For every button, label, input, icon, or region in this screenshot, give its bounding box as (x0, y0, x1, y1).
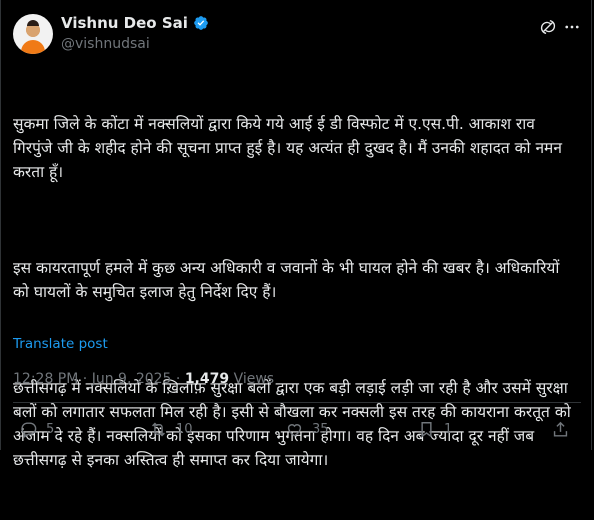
views-count: 1,479 (184, 371, 230, 387)
verified-badge-icon (193, 15, 209, 31)
bookmark-button[interactable]: 1 (417, 420, 452, 439)
avatar[interactable] (13, 14, 53, 54)
author-name[interactable]: Vishnu Deo Sai (61, 14, 188, 32)
tweet-card: Vishnu Deo Sai @vishnudsai सुकमा जिले के… (0, 0, 592, 469)
reply-button[interactable]: 5 (19, 420, 54, 439)
grok-icon[interactable] (539, 18, 557, 36)
meta-separator: · (175, 371, 181, 387)
like-count: 35 (312, 422, 329, 437)
author-name-row: Vishnu Deo Sai (61, 14, 209, 32)
post-date[interactable]: Jun 9, 2025 (92, 371, 172, 387)
post-time[interactable]: 12:28 PM (13, 371, 78, 387)
action-bar: 5 10 35 1 (13, 414, 581, 446)
tweet-meta: 12:28 PM · Jun 9, 2025 · 1,479 Views (13, 371, 274, 387)
more-icon[interactable] (563, 18, 581, 36)
tweet-paragraph: इस कायरतापूर्ण हमले में कुछ अन्य अधिकारी… (13, 259, 565, 301)
author-handle[interactable]: @vishnudsai (61, 36, 150, 52)
translate-post-link[interactable]: Translate post (13, 336, 108, 352)
views-label: Views (233, 371, 275, 387)
divider (13, 402, 581, 403)
reply-icon (21, 422, 37, 438)
tweet-paragraph: सुकमा जिले के कोंटा में नक्सलियों द्वारा… (13, 115, 567, 181)
share-button[interactable] (551, 420, 570, 439)
avatar-shirt (21, 40, 45, 54)
avatar-hair (27, 20, 39, 26)
tweet-header: Vishnu Deo Sai @vishnudsai (13, 12, 583, 58)
meta-separator: · (82, 371, 88, 387)
reply-count: 5 (46, 422, 55, 437)
repost-button[interactable]: 10 (149, 420, 193, 439)
tweet-text: सुकमा जिले के कोंटा में नक्सलियों द्वारा… (13, 64, 579, 520)
repost-icon (152, 422, 165, 437)
share-icon (553, 421, 568, 437)
like-button[interactable]: 35 (285, 420, 329, 439)
bookmark-count: 1 (444, 422, 453, 437)
bookmark-icon (421, 422, 432, 438)
like-icon (287, 424, 302, 437)
repost-count: 10 (176, 422, 193, 437)
